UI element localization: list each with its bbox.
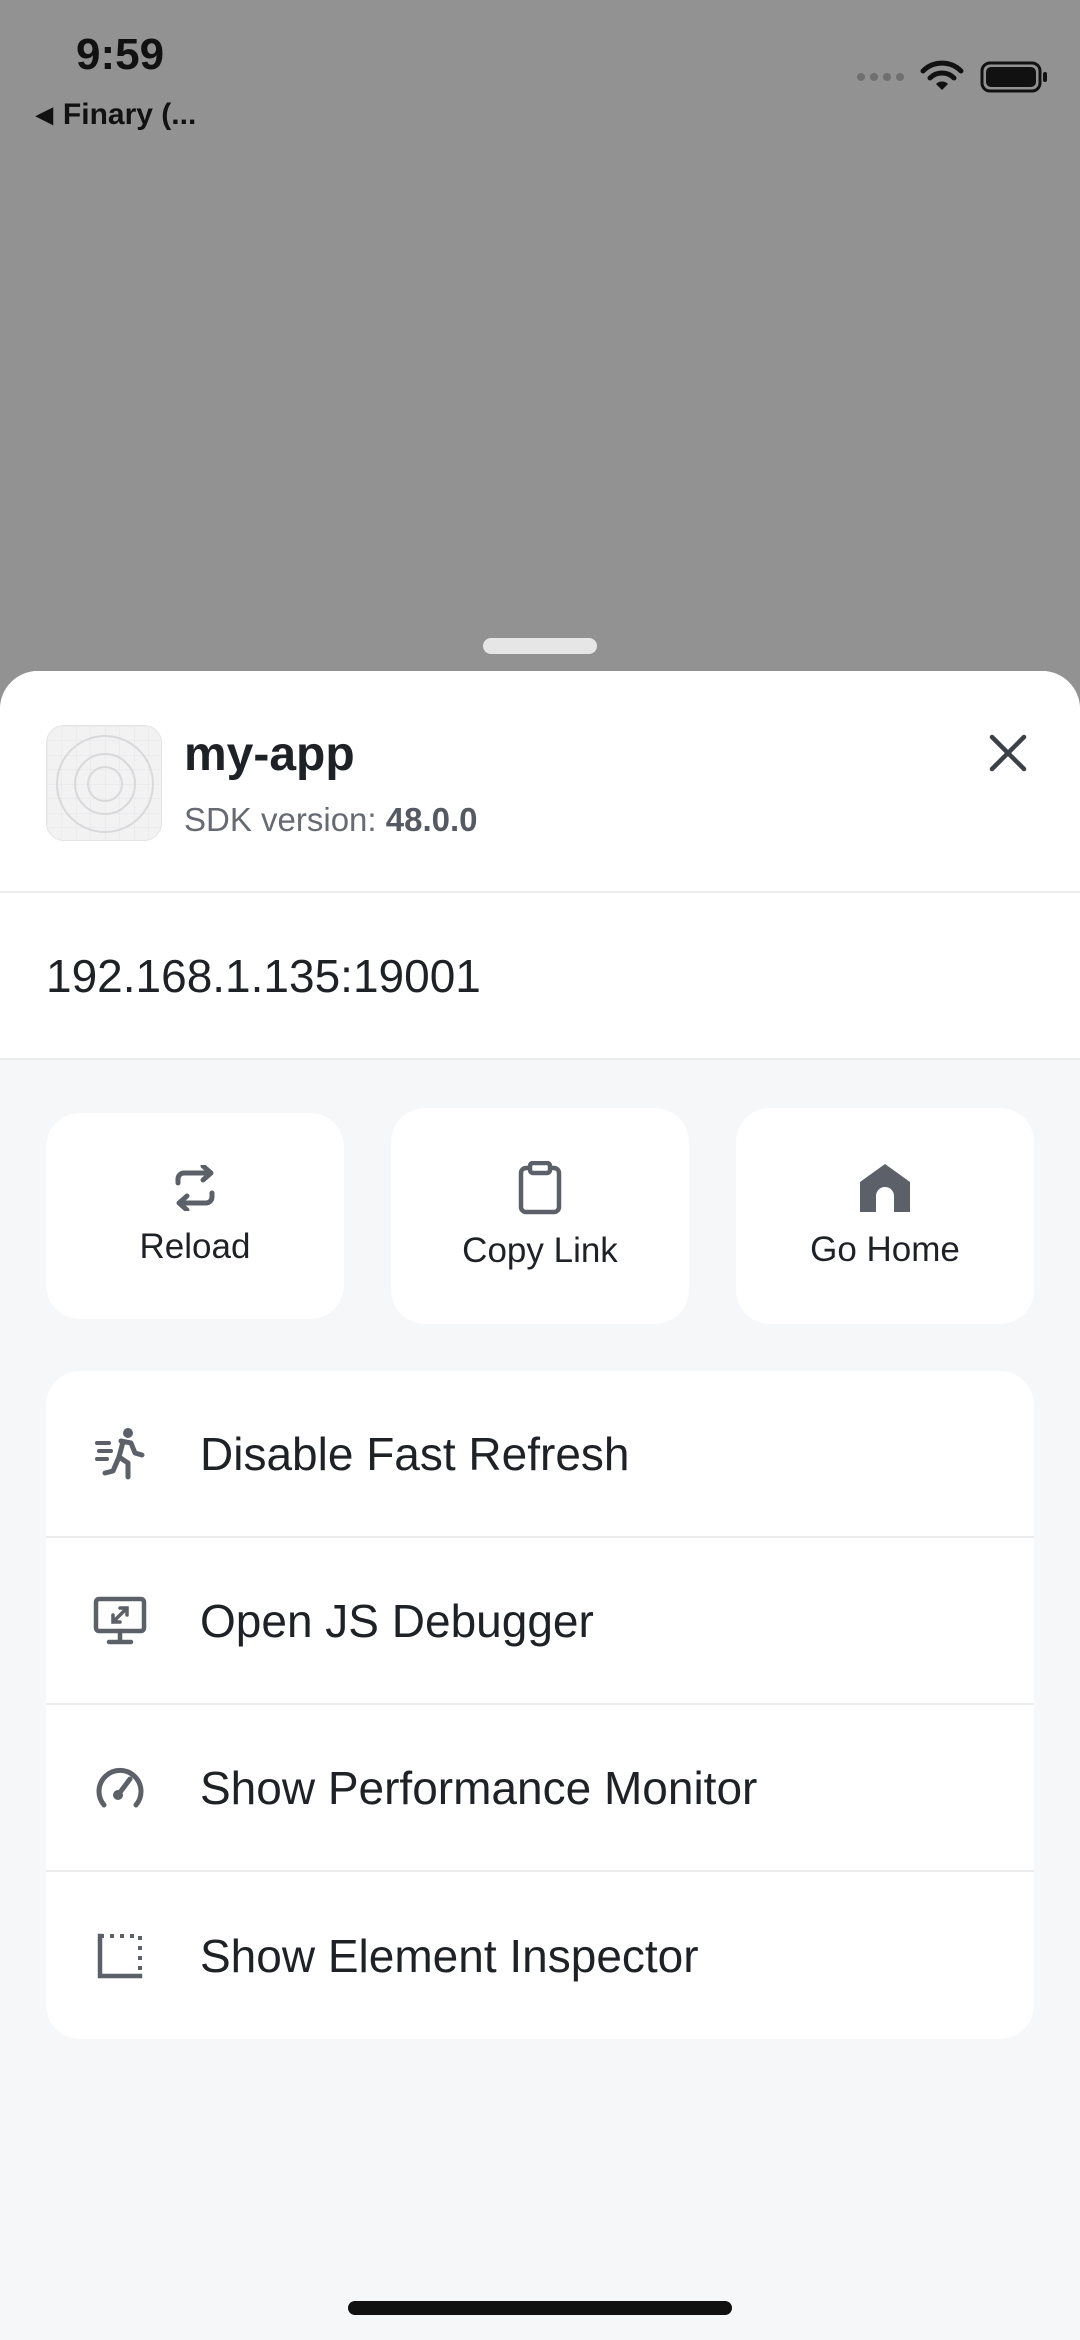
sheet-header: my-app SDK version: 48.0.0 [0,671,1080,893]
menu-label-performance-monitor: Show Performance Monitor [200,1761,758,1814]
close-button[interactable] [976,721,1040,785]
dev-server-url-row[interactable]: 192.168.1.135:19001 [0,893,1080,1060]
sdk-version-value: 48.0.0 [385,801,478,838]
inspector-icon [92,1928,148,1984]
home-indicator[interactable] [348,2301,732,2315]
app-icon [46,725,162,841]
status-bar: 9:59 ◀ Finary (... [0,0,1080,140]
reload-label: Reload [139,1227,251,1266]
home-icon [860,1164,910,1212]
copy-link-label: Copy Link [462,1231,618,1270]
dev-menu-sheet: my-app SDK version: 48.0.0 192.168.1.135… [0,671,1080,2340]
dev-server-url: 192.168.1.135:19001 [46,949,481,1002]
back-to-app-link[interactable]: ◀ Finary (... [36,98,196,132]
sdk-version-line: SDK version: 48.0.0 [184,801,478,839]
menu-label-js-debugger: Open JS Debugger [200,1594,594,1647]
clipboard-icon [518,1161,562,1215]
menu-item-element-inspector[interactable]: Show Element Inspector [46,1872,1034,2039]
monitor-debug-icon [92,1593,148,1649]
menu-item-performance-monitor[interactable]: Show Performance Monitor [46,1705,1034,1872]
status-icons [857,60,1050,94]
menu-label-fast-refresh: Disable Fast Refresh [200,1427,630,1480]
battery-icon [980,61,1047,93]
status-time: 9:59 [76,30,165,79]
speedometer-icon [92,1760,148,1816]
reload-button[interactable]: Reload [46,1113,344,1319]
reload-icon [175,1165,215,1211]
sdk-version-prefix: SDK version: [184,801,377,838]
back-app-label: Finary (... [62,98,197,131]
app-name: my-app [184,728,355,781]
menu-item-js-debugger[interactable]: Open JS Debugger [46,1538,1034,1705]
go-home-button[interactable]: Go Home [736,1108,1034,1324]
go-home-label: Go Home [810,1230,960,1269]
menu-item-fast-refresh[interactable]: Disable Fast Refresh [46,1371,1034,1538]
dev-menu-list: Disable Fast Refresh Open JS Debugger Sh… [46,1371,1034,2039]
copy-link-button[interactable]: Copy Link [391,1108,689,1324]
menu-label-element-inspector: Show Element Inspector [200,1929,699,1982]
running-icon [92,1426,148,1482]
back-caret-icon: ◀ [36,102,53,127]
sheet-grabber[interactable] [483,638,597,654]
cellular-signal-icon [857,73,904,81]
wifi-icon [920,60,964,90]
close-icon [989,734,1027,772]
